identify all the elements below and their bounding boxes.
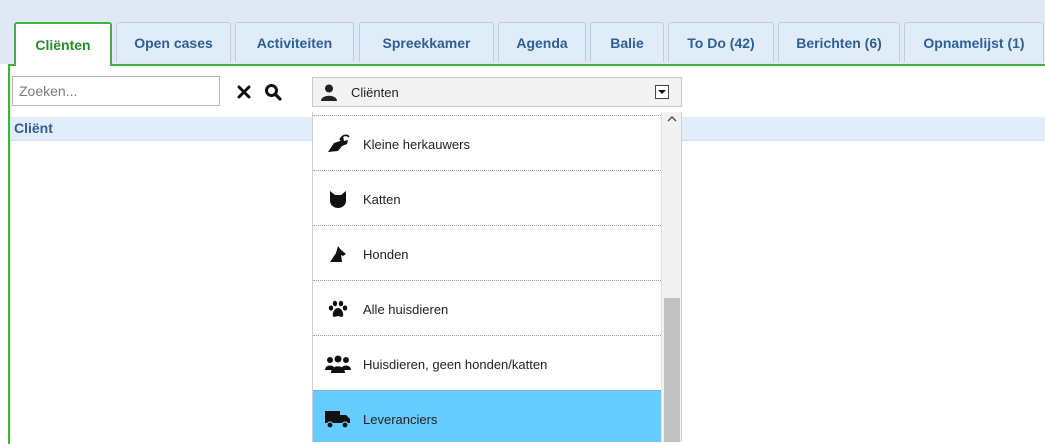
tab-label: To Do (42)	[687, 34, 755, 51]
tab-activiteiten[interactable]: Activiteiten	[235, 22, 354, 62]
tab-label: Spreekkamer	[382, 34, 471, 51]
option-leveranciers[interactable]: Leveranciers	[313, 390, 661, 442]
tab-opnamelijst[interactable]: Opnamelijst (1)	[904, 22, 1044, 62]
option-huisdieren-geen-honden-katten[interactable]: Huisdieren, geen honden/katten	[313, 335, 661, 392]
search-input[interactable]	[12, 76, 220, 106]
tab-label: Balie	[610, 34, 644, 51]
tab-label: Cliënten	[35, 37, 91, 53]
truck-icon	[325, 408, 351, 430]
option-label: Huisdieren, geen honden/katten	[363, 356, 548, 372]
user-icon	[321, 84, 337, 101]
option-label: Honden	[363, 246, 409, 262]
tab-label: Open cases	[134, 34, 213, 51]
chevron-down-icon[interactable]	[655, 85, 669, 99]
tab-agenda[interactable]: Agenda	[498, 22, 586, 62]
select-value: Cliënten	[351, 85, 399, 100]
tab-label: Opnamelijst (1)	[923, 34, 1025, 51]
tab-clienten[interactable]: Cliënten	[14, 22, 112, 66]
client-type-select[interactable]: Cliënten	[312, 77, 682, 107]
close-icon	[237, 85, 251, 99]
tab-balie[interactable]: Balie	[590, 22, 664, 62]
tab-bar: Cliënten Open cases Activiteiten Spreekk…	[0, 0, 1045, 66]
search-button[interactable]	[262, 80, 284, 104]
column-header-label: Cliënt	[14, 120, 53, 136]
tab-berichten[interactable]: Berichten (6)	[778, 22, 900, 62]
option-alle-huisdieren[interactable]: Alle huisdieren	[313, 280, 661, 337]
tab-spreekkamer[interactable]: Spreekkamer	[359, 22, 494, 62]
client-type-dropdown: Kleine herkauwers Katten Honden Alle hui…	[312, 112, 682, 442]
option-katten[interactable]: Katten	[313, 170, 661, 227]
option-honden[interactable]: Honden	[313, 225, 661, 282]
tab-label: Berichten (6)	[796, 34, 882, 51]
search-icon	[265, 84, 282, 101]
scrollbar-thumb[interactable]	[664, 298, 680, 442]
tab-open-cases[interactable]: Open cases	[116, 22, 231, 62]
option-label: Leveranciers	[363, 411, 438, 427]
tab-to-do[interactable]: To Do (42)	[668, 22, 774, 62]
dropdown-scrollbar[interactable]	[661, 112, 681, 442]
tab-label: Activiteiten	[256, 34, 333, 51]
goat-icon	[325, 133, 351, 155]
option-kleine-herkauwers[interactable]: Kleine herkauwers	[313, 115, 661, 172]
option-label: Katten	[363, 191, 401, 207]
tab-label: Agenda	[516, 34, 568, 51]
users-icon	[325, 353, 351, 375]
option-label: Kleine herkauwers	[363, 136, 470, 152]
scroll-up-icon[interactable]	[662, 112, 681, 126]
cat-icon	[325, 188, 351, 210]
option-label: Alle huisdieren	[363, 301, 449, 317]
dog-icon	[325, 243, 351, 265]
clear-search-button[interactable]	[234, 80, 254, 104]
paw-icon	[325, 298, 351, 320]
